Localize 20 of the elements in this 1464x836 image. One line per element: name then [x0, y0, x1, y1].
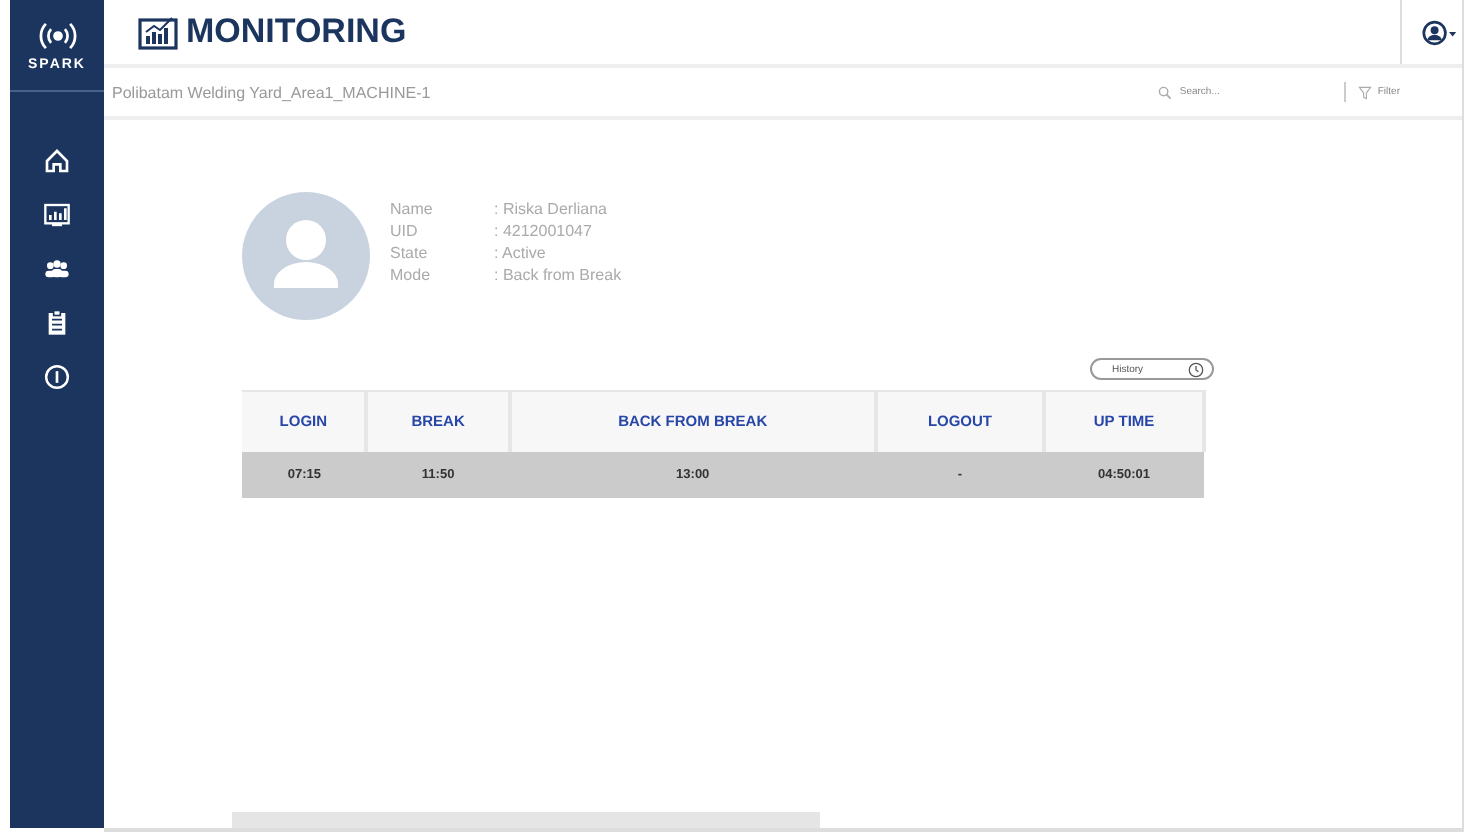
page-title: MONITORING [186, 12, 407, 52]
field-label: State [390, 244, 430, 262]
breadcrumb: Polibatam Welding Yard_Area1_MACHINE-1 [112, 83, 433, 101]
field-value: : Back from Break [494, 266, 622, 284]
field-value: : Riska Derliana [494, 200, 609, 218]
field-value: : 4212001047 [494, 222, 594, 240]
avatar-icon [242, 192, 370, 320]
chart-icon [138, 14, 178, 50]
scrollbar[interactable] [232, 812, 820, 828]
user-menu-icon[interactable] [1422, 19, 1458, 45]
clock-icon [1188, 361, 1204, 377]
field-label: UID [390, 222, 420, 240]
field-value: : Active [494, 244, 548, 262]
info-icon[interactable] [42, 362, 72, 392]
chart-icon[interactable] [42, 200, 72, 230]
field-label: Name [390, 200, 435, 218]
home-icon[interactable] [42, 146, 72, 176]
field-label: Mode [390, 266, 433, 284]
filter-icon [1357, 85, 1372, 99]
search-icon [1157, 85, 1172, 99]
